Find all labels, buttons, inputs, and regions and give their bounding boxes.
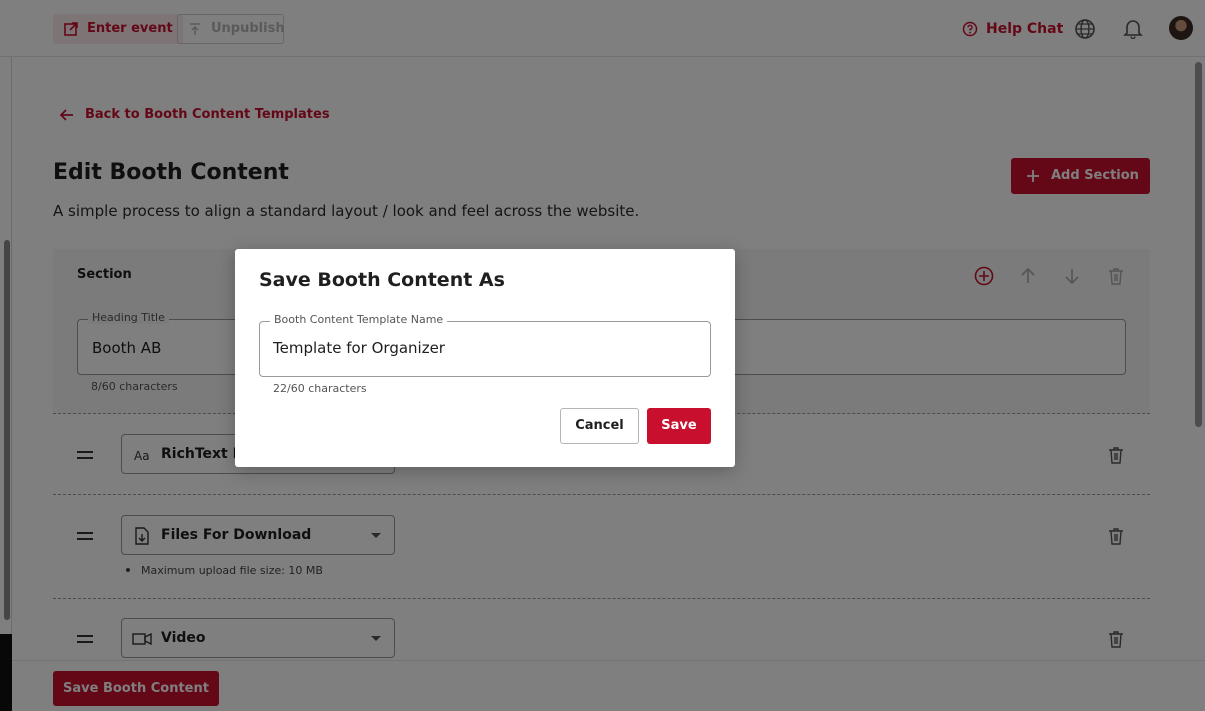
template-name-label: Booth Content Template Name: [270, 313, 448, 326]
template-name-input[interactable]: [273, 339, 693, 357]
save-button[interactable]: Save: [647, 408, 711, 444]
template-name-char-count: 22/60 characters: [273, 382, 367, 395]
cancel-button[interactable]: Cancel: [560, 408, 639, 444]
template-name-field[interactable]: Booth Content Template Name: [259, 313, 711, 377]
dialog-title: Save Booth Content As: [259, 269, 505, 291]
save-as-dialog: Save Booth Content As Booth Content Temp…: [235, 249, 735, 467]
